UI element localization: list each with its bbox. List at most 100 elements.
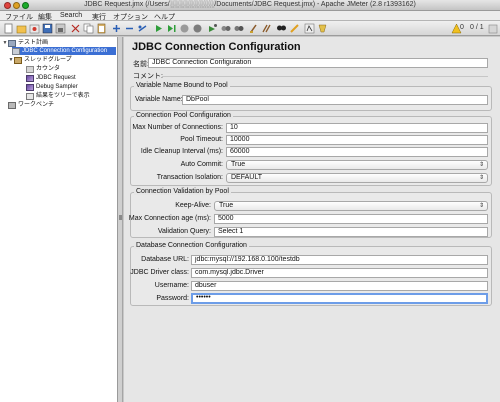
workbench-icon <box>8 101 16 109</box>
sampler-icon <box>26 74 34 82</box>
keep-alive-label: Keep-Alive: <box>175 202 211 209</box>
variable-group-title: Variable Name Bound to Pool <box>134 82 230 89</box>
pool-timeout-field[interactable]: 10000 <box>226 135 488 145</box>
window-title: JDBC Request.jmx (/Users/░░░░░░░░░/Docum… <box>84 1 416 8</box>
splitter-grip-icon[interactable] <box>119 215 122 220</box>
idle-cleanup-field[interactable]: 60000 <box>226 147 488 157</box>
idle-cleanup-label: Idle Cleanup Interval (ms): <box>140 148 223 155</box>
auto-commit-label: Auto Commit: <box>180 161 223 168</box>
expand-icon[interactable] <box>111 23 122 34</box>
remote-shutdown-icon[interactable] <box>233 23 244 34</box>
remote-start-icon[interactable] <box>207 23 218 34</box>
config-element-icon <box>12 47 20 55</box>
tree-item-jdbc-connection[interactable]: JDBC Connection Configuration <box>12 47 116 55</box>
tree-item-label: JDBC Connection Configuration <box>22 48 108 54</box>
collapse-icon[interactable] <box>124 23 135 34</box>
reset-search-icon[interactable] <box>289 23 300 34</box>
panel-splitter[interactable] <box>118 37 123 402</box>
password-label: Password: <box>156 295 189 302</box>
tree-item-label: スレッドグループ <box>24 57 72 63</box>
database-url-label: Database URL: <box>141 256 189 263</box>
page-title: JDBC Connection Configuration <box>132 41 301 53</box>
tree-item-view-results-tree[interactable]: 結果をツリーで表示 <box>26 92 116 100</box>
comment-field[interactable] <box>162 76 488 77</box>
tree-item-counter[interactable]: カウンタ <box>26 65 116 73</box>
max-connections-label: Max Number of Connections: <box>132 124 223 131</box>
keep-alive-select[interactable]: True ⇕ <box>214 201 488 211</box>
clear-all-icon[interactable] <box>261 23 272 34</box>
database-connection-title: Database Connection Configuration <box>134 242 249 249</box>
variable-name-label: Variable Name: <box>135 96 183 103</box>
remote-stop-icon[interactable] <box>220 23 231 34</box>
validation-query-label: Validation Query: <box>157 228 211 235</box>
username-field[interactable]: dbuser <box>191 281 488 291</box>
validation-group-title: Connection Validation by Pool <box>134 188 231 195</box>
select-arrows-icon: ⇕ <box>478 203 484 209</box>
clear-icon[interactable] <box>248 23 259 34</box>
name-field[interactable]: JDBC Connection Configuration <box>148 58 488 68</box>
variable-name-field[interactable]: DbPool <box>182 95 488 105</box>
name-label: 名前: <box>133 61 149 68</box>
tree-item-label: JDBC Request <box>36 75 76 81</box>
function-helper-icon[interactable] <box>304 23 315 34</box>
start-no-pause-icon[interactable] <box>166 23 177 34</box>
cut-icon[interactable] <box>70 23 81 34</box>
test-plan-icon <box>8 39 16 47</box>
tree-item-label: ワークベンチ <box>18 102 55 108</box>
toolbar: 0 0 / 1 <box>0 21 500 36</box>
transaction-isolation-value: DEFAULT <box>231 174 262 181</box>
jdbc-driver-field[interactable]: com.mysql.jdbc.Driver <box>191 268 488 278</box>
search-icon[interactable] <box>276 23 287 34</box>
listener-icon <box>26 92 34 100</box>
thread-status: 0 / 1 <box>470 24 484 31</box>
new-icon[interactable] <box>3 23 14 34</box>
running-indicator-icon <box>488 23 498 34</box>
comment-label: コメント: <box>133 73 163 80</box>
password-field[interactable]: •••••• <box>191 293 488 304</box>
tree-item-label: 結果をツリーで表示 <box>36 93 90 99</box>
auto-commit-value: True <box>231 161 246 168</box>
username-label: Username: <box>154 282 189 289</box>
sampler-icon <box>26 83 34 91</box>
tree-item-test-plan[interactable]: ▼ テスト計画 <box>2 39 116 47</box>
help-icon[interactable] <box>317 23 328 34</box>
tree-item-label: テスト計画 <box>18 40 49 46</box>
select-arrows-icon: ⇕ <box>478 175 484 181</box>
auto-commit-select[interactable]: True ⇕ <box>226 160 488 170</box>
warning-count: 0 <box>460 24 464 31</box>
tree-item-label: カウンタ <box>36 66 61 72</box>
save-icon[interactable] <box>42 23 53 34</box>
warning-icon[interactable] <box>451 23 462 34</box>
menu-bar: ファイル 編集 Search 実行 オプション ヘルプ <box>0 11 500 21</box>
counter-icon <box>26 65 34 73</box>
max-connection-age-field[interactable]: 5000 <box>214 214 488 224</box>
thread-group-icon <box>14 56 22 64</box>
keep-alive-value: True <box>219 202 234 209</box>
transaction-isolation-label: Transaction Isolation: <box>156 174 223 181</box>
toggle-icon[interactable] <box>137 23 148 34</box>
tree-item-thread-group[interactable]: ▼ スレッドグループ <box>8 56 116 64</box>
test-plan-tree: ▼ テスト計画 JDBC Connection Configuration ▼ … <box>0 37 118 402</box>
pool-timeout-label: Pool Timeout: <box>180 136 223 143</box>
menu-search[interactable]: Search <box>60 12 82 19</box>
tree-item-jdbc-request[interactable]: JDBC Request <box>26 74 116 82</box>
shutdown-icon[interactable] <box>192 23 203 34</box>
tree-item-workbench[interactable]: ワークベンチ <box>2 101 116 109</box>
copy-icon[interactable] <box>83 23 94 34</box>
max-connections-field[interactable]: 10 <box>226 123 488 133</box>
jdbc-driver-label: JDBC Driver class: <box>130 269 189 276</box>
start-icon[interactable] <box>153 23 164 34</box>
title-bar: JDBC Request.jmx (/Users/░░░░░░░░░/Docum… <box>0 0 500 11</box>
save-as-icon[interactable] <box>55 23 66 34</box>
validation-query-field[interactable]: Select 1 <box>214 227 488 237</box>
tree-item-label: Debug Sampler <box>36 84 78 90</box>
open-icon[interactable] <box>29 23 40 34</box>
transaction-isolation-select[interactable]: DEFAULT ⇕ <box>226 173 488 183</box>
max-connection-age-label: Max Connection age (ms): <box>128 215 211 222</box>
database-url-field[interactable]: jdbc:mysql://192.168.0.100/testdb <box>191 255 488 265</box>
paste-icon[interactable] <box>96 23 107 34</box>
select-arrows-icon: ⇕ <box>478 162 484 168</box>
tree-item-debug-sampler[interactable]: Debug Sampler <box>26 83 116 91</box>
templates-icon[interactable] <box>16 23 27 34</box>
stop-icon[interactable] <box>179 23 190 34</box>
